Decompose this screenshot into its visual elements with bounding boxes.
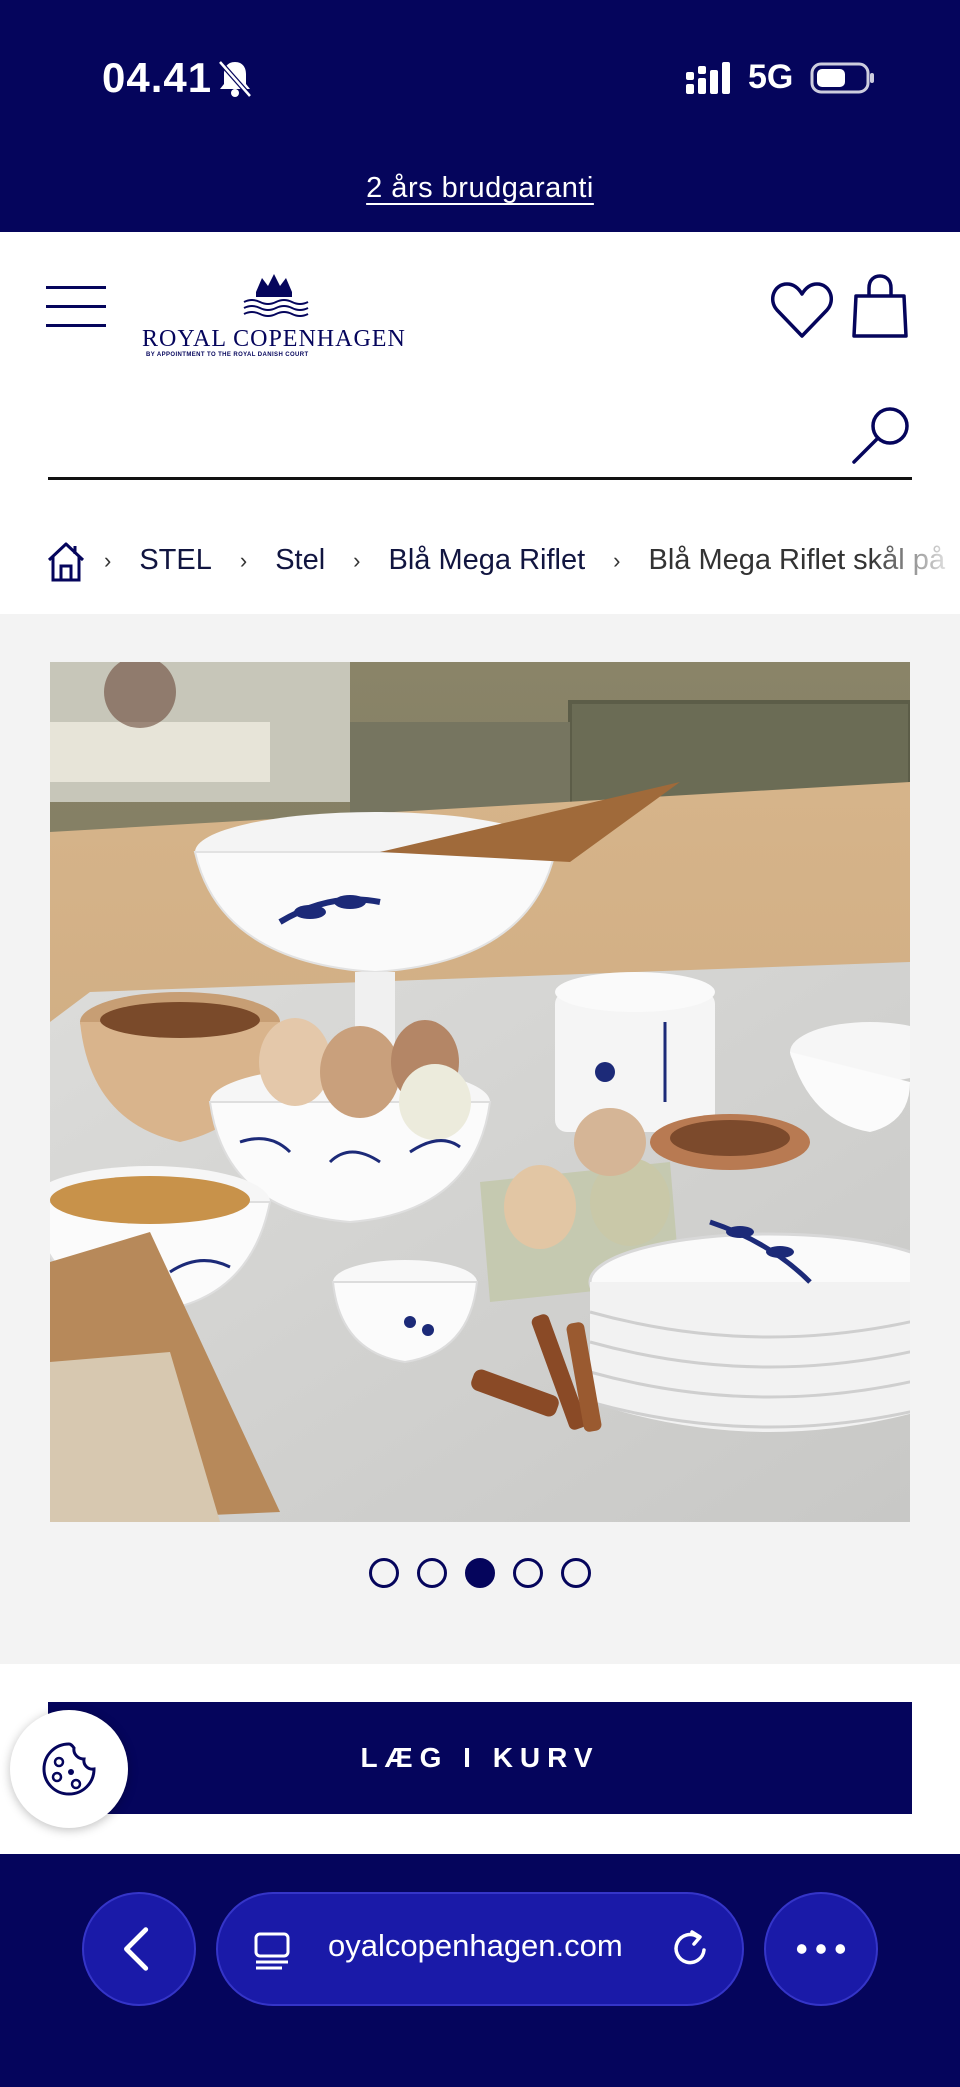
promo-link[interactable]: 2 års brudgaranti: [366, 172, 594, 205]
bag-icon[interactable]: [850, 274, 910, 338]
heart-icon[interactable]: [770, 280, 834, 340]
status-time: 04.41: [102, 54, 213, 101]
logo[interactable]: ROYAL COPENHAGEN BY APPOINTMENT TO THE R…: [140, 270, 405, 360]
more-icon: [796, 1944, 846, 1954]
add-to-cart-button[interactable]: LÆG I KURV: [48, 1702, 912, 1814]
reload-icon[interactable]: [670, 1928, 712, 1970]
site-header: ROYAL COPENHAGEN BY APPOINTMENT TO THE R…: [0, 232, 960, 382]
cookie-settings-button[interactable]: [10, 1710, 128, 1828]
logo-subtitle: BY APPOINTMENT TO THE ROYAL DANISH COURT: [146, 352, 309, 358]
cta-area: LÆG I KURV: [0, 1664, 960, 1854]
battery-icon: [810, 62, 874, 94]
breadcrumb: › STEL › Stel › Blå Mega Riflet › Blå Me…: [0, 530, 960, 604]
carousel-dot[interactable]: [417, 1558, 447, 1588]
status-bar: 04.41 5G: [0, 0, 960, 160]
breadcrumb-fade: [870, 530, 960, 604]
network-type: 5G: [748, 58, 794, 96]
url-text: oyalcopenhagen.com: [328, 1928, 623, 1963]
signal-icon: [686, 62, 730, 94]
search-input[interactable]: [48, 402, 828, 472]
chevron-left-icon: [124, 1927, 149, 1971]
tabs-icon: [254, 1932, 290, 1970]
breadcrumb-trail: › STEL › Stel › Blå Mega Riflet › Blå Me…: [104, 544, 960, 577]
product-gallery: [0, 614, 960, 1664]
cookie-icon: [42, 1742, 96, 1796]
promo-bar: 2 års brudgaranti: [0, 160, 960, 232]
carousel-dot-active[interactable]: [465, 1558, 495, 1588]
carousel-dot[interactable]: [561, 1558, 591, 1588]
carousel-dot[interactable]: [513, 1558, 543, 1588]
more-button[interactable]: [764, 1892, 878, 2006]
carousel-dot[interactable]: [369, 1558, 399, 1588]
search-icon[interactable]: [850, 404, 912, 466]
chevron-right-icon: ›: [239, 547, 248, 573]
carousel-dots: [0, 1558, 960, 1588]
product-photo: [50, 662, 910, 1522]
breadcrumb-item[interactable]: Blå Mega Riflet: [389, 544, 586, 577]
url-bar[interactable]: oyalcopenhagen.com: [216, 1892, 744, 2006]
product-image[interactable]: [50, 662, 910, 1522]
search-bar: [48, 394, 912, 480]
breadcrumb-item[interactable]: Stel: [275, 544, 325, 577]
back-button[interactable]: [82, 1892, 196, 2006]
menu-icon[interactable]: [46, 284, 106, 330]
chevron-right-icon: ›: [353, 547, 361, 573]
bell-slash-icon: [218, 60, 252, 98]
chevron-right-icon: ›: [613, 547, 621, 573]
breadcrumb-item[interactable]: STEL: [139, 544, 212, 577]
browser-toolbar: oyalcopenhagen.com: [0, 1854, 960, 2087]
chevron-right-icon: ›: [104, 547, 112, 573]
logo-text: ROYAL COPENHAGEN: [142, 326, 406, 352]
home-icon[interactable]: [46, 540, 86, 582]
